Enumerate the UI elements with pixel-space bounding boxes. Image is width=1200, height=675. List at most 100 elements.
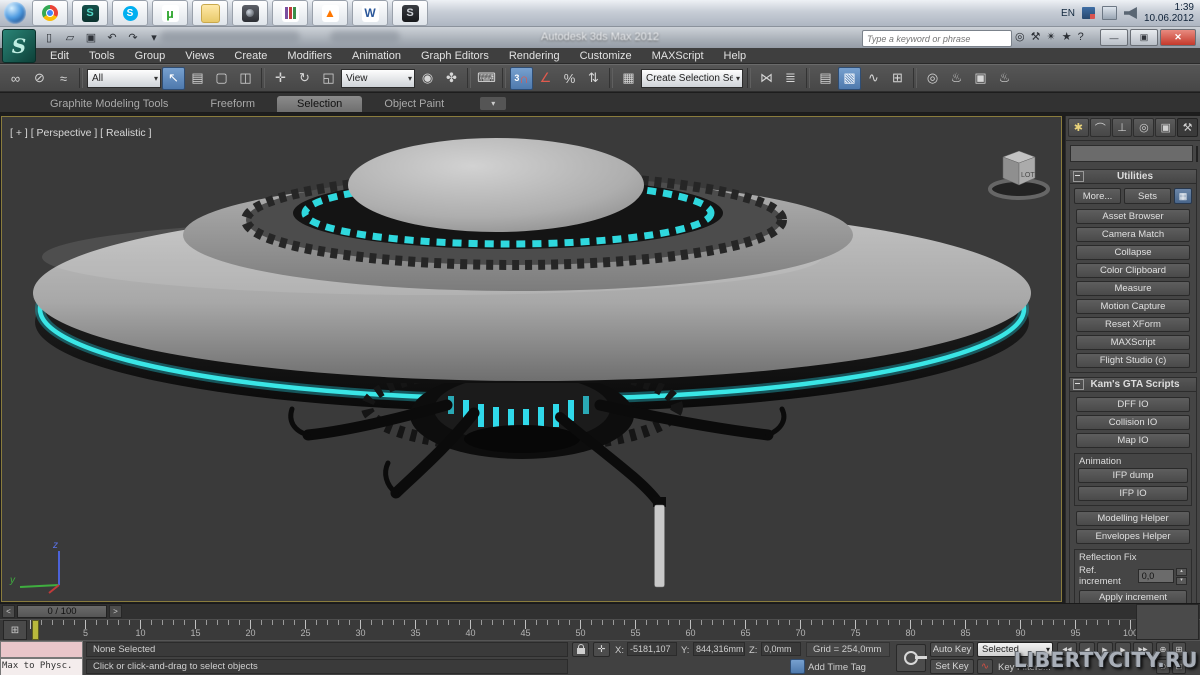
selection-filter-dropdown[interactable]: All [87, 69, 161, 88]
action-center-flag-icon[interactable] [1082, 7, 1095, 19]
help-icon[interactable]: ? [1078, 31, 1084, 43]
mirror-icon[interactable]: ⋈ [755, 67, 778, 90]
create-tab-icon[interactable]: ✱ [1068, 118, 1089, 137]
redo-button[interactable]: ↷ [124, 29, 142, 45]
menu-item[interactable]: Group [125, 50, 176, 62]
ref-increment-field[interactable]: 0,0 [1138, 569, 1174, 583]
graphite-ribbon-toggle-icon[interactable]: ▧ [838, 67, 861, 90]
animation-button[interactable]: IFP dump [1078, 468, 1188, 483]
align-icon[interactable]: ≣ [779, 67, 802, 90]
select-and-rotate-icon[interactable]: ↻ [293, 67, 316, 90]
configure-button-sets-icon[interactable]: ▦ [1174, 188, 1192, 204]
search-input[interactable] [863, 34, 1011, 44]
snaps-toggle-icon[interactable]: 3∩ [510, 67, 533, 90]
undo-button[interactable]: ↶ [103, 29, 121, 45]
tab-object-paint[interactable]: Object Paint [364, 96, 464, 112]
reference-coordinate-dropdown[interactable]: View [341, 69, 415, 88]
utilities-rollout-header[interactable]: Utilities [1070, 170, 1196, 184]
utility-button[interactable]: Motion Capture [1076, 299, 1190, 314]
tab-freeform[interactable]: Freeform [190, 96, 275, 112]
keyboard-shortcut-override-icon[interactable]: ⌨ [475, 67, 498, 90]
communication-center-icon[interactable]: ✴ [1046, 30, 1055, 43]
render-production-icon[interactable]: ♨ [993, 67, 1016, 90]
kams-script-button[interactable]: DFF IO [1076, 397, 1190, 412]
tab-selection[interactable]: Selection [277, 96, 362, 112]
rectangular-selection-region-icon[interactable]: ▢ [210, 67, 233, 90]
kams-rollout-header[interactable]: Kam's GTA Scripts [1070, 378, 1196, 392]
taskbar-app-recorder[interactable]: S [392, 0, 428, 26]
named-selection-set-dropdown[interactable]: Create Selection Set [641, 69, 743, 88]
utility-button[interactable]: Asset Browser [1076, 209, 1190, 224]
restore-button[interactable]: ▣ [1130, 29, 1158, 46]
utility-button[interactable]: Color Clipboard [1076, 263, 1190, 278]
menu-item[interactable]: Modifiers [277, 50, 342, 62]
spinner-down-icon[interactable]: ▾ [1176, 577, 1187, 585]
y-coordinate-field[interactable]: 844,316mm [693, 642, 745, 656]
kams-script-button[interactable]: Map IO [1076, 433, 1190, 448]
menu-item[interactable]: Views [175, 50, 224, 62]
next-frame-arrow[interactable]: > [109, 605, 122, 618]
subscription-icon[interactable]: ⚒ [1031, 30, 1041, 43]
mini-curve-editor-button[interactable]: ⊞ [3, 620, 27, 640]
new-scene-button[interactable]: ▯ [40, 29, 58, 45]
helper-button[interactable]: Modelling Helper [1076, 511, 1190, 526]
tray-clock[interactable]: 1:39 10.06.2012 [1144, 2, 1194, 24]
search-icon[interactable]: ◎ [1015, 30, 1025, 43]
add-time-tag[interactable]: Add Time Tag [808, 662, 866, 673]
tab-graphite-modeling-tools[interactable]: Graphite Modeling Tools [30, 96, 188, 112]
tray-language[interactable]: EN [1061, 8, 1075, 19]
menu-item[interactable]: MAXScript [642, 50, 714, 62]
select-and-scale-icon[interactable]: ◱ [317, 67, 340, 90]
menu-item[interactable]: Create [224, 50, 277, 62]
auto-key-button[interactable]: Auto Key [930, 642, 974, 657]
default-in-out-tangent-button[interactable]: ∿ [977, 659, 993, 674]
utility-button[interactable]: Reset XForm [1076, 317, 1190, 332]
open-file-button[interactable]: ▱ [61, 29, 79, 45]
helper-button[interactable]: Envelopes Helper [1076, 529, 1190, 544]
z-coordinate-field[interactable]: 0,0mm [761, 642, 801, 656]
time-tag-icon[interactable] [790, 659, 805, 674]
previous-frame-arrow[interactable]: < [2, 605, 15, 618]
menu-item[interactable]: Animation [342, 50, 411, 62]
application-menu-button[interactable]: S [2, 29, 36, 63]
menu-item[interactable]: Tools [79, 50, 125, 62]
selection-lock-toggle[interactable] [572, 642, 589, 657]
taskbar-app-word[interactable]: W [352, 0, 388, 26]
time-slider[interactable]: 0 / 100 [17, 605, 107, 618]
utility-button[interactable]: Camera Match [1076, 227, 1190, 242]
track-bar[interactable]: 5101520253035404550556065707580859095100 [0, 619, 1200, 641]
utilities-tab-icon[interactable]: ⚒ [1177, 118, 1198, 137]
unlink-selection-icon[interactable]: ⊘ [28, 67, 51, 90]
object-color-swatch[interactable] [1196, 146, 1198, 162]
hierarchy-tab-icon[interactable]: ⊥ [1112, 118, 1133, 137]
animation-button[interactable]: IFP IO [1078, 486, 1188, 501]
taskbar-app-utorrent[interactable]: µ [152, 0, 188, 26]
curve-editor-icon[interactable]: ∿ [862, 67, 885, 90]
display-tab-icon[interactable]: ▣ [1155, 118, 1176, 137]
select-and-link-icon[interactable]: ∞ [4, 67, 27, 90]
x-coordinate-field[interactable]: -5181,107 [627, 642, 677, 656]
bind-to-spacewarp-icon[interactable]: ≈ [52, 67, 75, 90]
ribbon-overflow-button[interactable]: ▾ [480, 97, 506, 110]
material-editor-icon[interactable]: ◎ [921, 67, 944, 90]
render-setup-icon[interactable]: ♨ [945, 67, 968, 90]
taskbar-app-winrar[interactable] [272, 0, 308, 26]
menu-item[interactable]: Rendering [499, 50, 570, 62]
volume-icon[interactable] [1124, 7, 1137, 19]
current-frame-marker[interactable] [32, 620, 39, 640]
absolute-mode-transform-toggle[interactable]: ✛ [593, 642, 610, 657]
utility-button[interactable]: MAXScript [1076, 335, 1190, 350]
taskbar-app-vlc[interactable]: ▲ [312, 0, 348, 26]
menu-item[interactable]: Help [714, 50, 757, 62]
utility-button[interactable]: Measure [1076, 281, 1190, 296]
modify-tab-icon[interactable]: ⌒ [1090, 118, 1111, 137]
taskbar-app-skype[interactable]: S [112, 0, 148, 26]
select-object-icon[interactable]: ↖ [162, 67, 185, 90]
taskbar-app-camera[interactable] [232, 0, 268, 26]
select-and-move-icon[interactable]: ✛ [269, 67, 292, 90]
minimize-button[interactable]: — [1100, 29, 1128, 46]
layer-manager-icon[interactable]: ▤ [814, 67, 837, 90]
kams-script-button[interactable]: Collision IO [1076, 415, 1190, 430]
perspective-viewport[interactable]: LOT y z [ + ] [ Perspective ] [ Realisti… [1, 116, 1062, 602]
object-name-field[interactable] [1070, 145, 1193, 162]
